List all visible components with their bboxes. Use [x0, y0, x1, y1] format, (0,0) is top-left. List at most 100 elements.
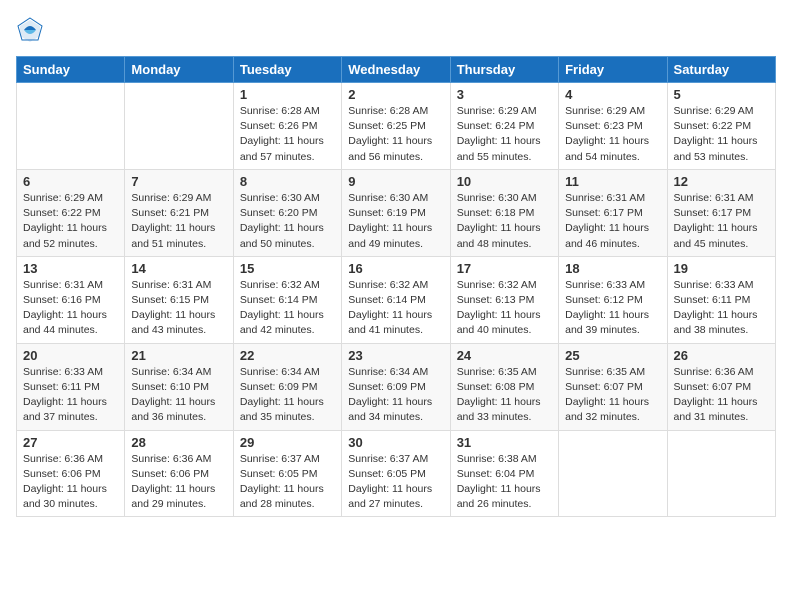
week-row-2: 6 Sunrise: 6:29 AM Sunset: 6:22 PM Daylig…	[17, 169, 776, 256]
day-cell: 1 Sunrise: 6:28 AM Sunset: 6:26 PM Daylig…	[233, 83, 341, 170]
day-info: Sunrise: 6:35 AM Sunset: 6:07 PM Dayligh…	[565, 365, 660, 426]
day-number: 11	[565, 174, 660, 189]
day-cell: 18 Sunrise: 6:33 AM Sunset: 6:12 PM Dayli…	[559, 256, 667, 343]
day-number: 26	[674, 348, 769, 363]
day-cell: 8 Sunrise: 6:30 AM Sunset: 6:20 PM Daylig…	[233, 169, 341, 256]
weekday-header-sunday: Sunday	[17, 57, 125, 83]
day-info: Sunrise: 6:36 AM Sunset: 6:06 PM Dayligh…	[131, 452, 226, 513]
day-number: 21	[131, 348, 226, 363]
logo	[16, 16, 46, 44]
day-number: 12	[674, 174, 769, 189]
calendar-table: SundayMondayTuesdayWednesdayThursdayFrid…	[16, 56, 776, 517]
day-number: 1	[240, 87, 335, 102]
day-cell: 19Sunrise: 6:33 AM Sunset: 6:11 PM Dayli…	[667, 256, 775, 343]
day-info: Sunrise: 6:31 AM Sunset: 6:17 PM Dayligh…	[674, 191, 769, 252]
day-info: Sunrise: 6:35 AM Sunset: 6:08 PM Dayligh…	[457, 365, 552, 426]
week-row-4: 20 Sunrise: 6:33 AM Sunset: 6:11 PM Dayli…	[17, 343, 776, 430]
weekday-header-monday: Monday	[125, 57, 233, 83]
day-info: Sunrise: 6:30 AM Sunset: 6:19 PM Dayligh…	[348, 191, 443, 252]
weekday-header-wednesday: Wednesday	[342, 57, 450, 83]
day-cell	[559, 430, 667, 517]
day-info: Sunrise: 6:36 AM Sunset: 6:07 PM Dayligh…	[674, 365, 769, 426]
header	[16, 16, 776, 44]
day-number: 2	[348, 87, 443, 102]
day-info: Sunrise: 6:32 AM Sunset: 6:14 PM Dayligh…	[240, 278, 335, 339]
day-number: 19	[674, 261, 769, 276]
day-cell	[125, 83, 233, 170]
day-info: Sunrise: 6:30 AM Sunset: 6:20 PM Dayligh…	[240, 191, 335, 252]
day-number: 28	[131, 435, 226, 450]
day-number: 9	[348, 174, 443, 189]
day-cell: 10 Sunrise: 6:30 AM Sunset: 6:18 PM Dayli…	[450, 169, 558, 256]
day-cell: 21 Sunrise: 6:34 AM Sunset: 6:10 PM Dayli…	[125, 343, 233, 430]
day-cell: 30 Sunrise: 6:37 AM Sunset: 6:05 PM Dayli…	[342, 430, 450, 517]
day-number: 13	[23, 261, 118, 276]
day-cell: 2 Sunrise: 6:28 AM Sunset: 6:25 PM Daylig…	[342, 83, 450, 170]
day-cell: 24 Sunrise: 6:35 AM Sunset: 6:08 PM Dayli…	[450, 343, 558, 430]
day-info: Sunrise: 6:28 AM Sunset: 6:25 PM Dayligh…	[348, 104, 443, 165]
day-cell	[667, 430, 775, 517]
day-number: 25	[565, 348, 660, 363]
day-info: Sunrise: 6:31 AM Sunset: 6:15 PM Dayligh…	[131, 278, 226, 339]
day-cell: 27Sunrise: 6:36 AM Sunset: 6:06 PM Dayli…	[17, 430, 125, 517]
day-cell	[17, 83, 125, 170]
day-number: 15	[240, 261, 335, 276]
day-number: 14	[131, 261, 226, 276]
day-info: Sunrise: 6:29 AM Sunset: 6:21 PM Dayligh…	[131, 191, 226, 252]
day-info: Sunrise: 6:37 AM Sunset: 6:05 PM Dayligh…	[240, 452, 335, 513]
day-cell: 11Sunrise: 6:31 AM Sunset: 6:17 PM Dayli…	[559, 169, 667, 256]
day-info: Sunrise: 6:34 AM Sunset: 6:09 PM Dayligh…	[240, 365, 335, 426]
day-info: Sunrise: 6:34 AM Sunset: 6:09 PM Dayligh…	[348, 365, 443, 426]
weekday-header-tuesday: Tuesday	[233, 57, 341, 83]
day-info: Sunrise: 6:34 AM Sunset: 6:10 PM Dayligh…	[131, 365, 226, 426]
day-number: 23	[348, 348, 443, 363]
day-cell: 31 Sunrise: 6:38 AM Sunset: 6:04 PM Dayli…	[450, 430, 558, 517]
day-cell: 22 Sunrise: 6:34 AM Sunset: 6:09 PM Dayli…	[233, 343, 341, 430]
week-row-3: 13 Sunrise: 6:31 AM Sunset: 6:16 PM Dayli…	[17, 256, 776, 343]
day-info: Sunrise: 6:36 AM Sunset: 6:06 PM Dayligh…	[23, 452, 118, 513]
day-cell: 23 Sunrise: 6:34 AM Sunset: 6:09 PM Dayli…	[342, 343, 450, 430]
day-number: 22	[240, 348, 335, 363]
day-info: Sunrise: 6:29 AM Sunset: 6:24 PM Dayligh…	[457, 104, 552, 165]
day-number: 4	[565, 87, 660, 102]
day-cell: 6 Sunrise: 6:29 AM Sunset: 6:22 PM Daylig…	[17, 169, 125, 256]
day-cell: 7 Sunrise: 6:29 AM Sunset: 6:21 PM Daylig…	[125, 169, 233, 256]
day-info: Sunrise: 6:37 AM Sunset: 6:05 PM Dayligh…	[348, 452, 443, 513]
day-number: 6	[23, 174, 118, 189]
day-info: Sunrise: 6:33 AM Sunset: 6:12 PM Dayligh…	[565, 278, 660, 339]
day-info: Sunrise: 6:30 AM Sunset: 6:18 PM Dayligh…	[457, 191, 552, 252]
day-number: 18	[565, 261, 660, 276]
day-number: 24	[457, 348, 552, 363]
day-number: 30	[348, 435, 443, 450]
day-info: Sunrise: 6:38 AM Sunset: 6:04 PM Dayligh…	[457, 452, 552, 513]
day-number: 8	[240, 174, 335, 189]
day-number: 20	[23, 348, 118, 363]
day-number: 5	[674, 87, 769, 102]
week-row-1: 1 Sunrise: 6:28 AM Sunset: 6:26 PM Daylig…	[17, 83, 776, 170]
day-number: 10	[457, 174, 552, 189]
day-cell: 13 Sunrise: 6:31 AM Sunset: 6:16 PM Dayli…	[17, 256, 125, 343]
weekday-header-saturday: Saturday	[667, 57, 775, 83]
day-cell: 25 Sunrise: 6:35 AM Sunset: 6:07 PM Dayli…	[559, 343, 667, 430]
day-cell: 9 Sunrise: 6:30 AM Sunset: 6:19 PM Daylig…	[342, 169, 450, 256]
day-cell: 5Sunrise: 6:29 AM Sunset: 6:22 PM Daylig…	[667, 83, 775, 170]
day-info: Sunrise: 6:29 AM Sunset: 6:23 PM Dayligh…	[565, 104, 660, 165]
day-cell: 26 Sunrise: 6:36 AM Sunset: 6:07 PM Dayli…	[667, 343, 775, 430]
day-info: Sunrise: 6:29 AM Sunset: 6:22 PM Dayligh…	[23, 191, 118, 252]
day-number: 29	[240, 435, 335, 450]
day-cell: 28 Sunrise: 6:36 AM Sunset: 6:06 PM Dayli…	[125, 430, 233, 517]
day-cell: 3Sunrise: 6:29 AM Sunset: 6:24 PM Daylig…	[450, 83, 558, 170]
day-info: Sunrise: 6:32 AM Sunset: 6:14 PM Dayligh…	[348, 278, 443, 339]
day-cell: 14 Sunrise: 6:31 AM Sunset: 6:15 PM Dayli…	[125, 256, 233, 343]
day-cell: 15 Sunrise: 6:32 AM Sunset: 6:14 PM Dayli…	[233, 256, 341, 343]
day-info: Sunrise: 6:32 AM Sunset: 6:13 PM Dayligh…	[457, 278, 552, 339]
day-number: 7	[131, 174, 226, 189]
day-number: 31	[457, 435, 552, 450]
day-cell: 12 Sunrise: 6:31 AM Sunset: 6:17 PM Dayli…	[667, 169, 775, 256]
day-number: 16	[348, 261, 443, 276]
weekday-header-friday: Friday	[559, 57, 667, 83]
weekday-header-thursday: Thursday	[450, 57, 558, 83]
day-info: Sunrise: 6:33 AM Sunset: 6:11 PM Dayligh…	[23, 365, 118, 426]
day-info: Sunrise: 6:31 AM Sunset: 6:16 PM Dayligh…	[23, 278, 118, 339]
day-info: Sunrise: 6:28 AM Sunset: 6:26 PM Dayligh…	[240, 104, 335, 165]
